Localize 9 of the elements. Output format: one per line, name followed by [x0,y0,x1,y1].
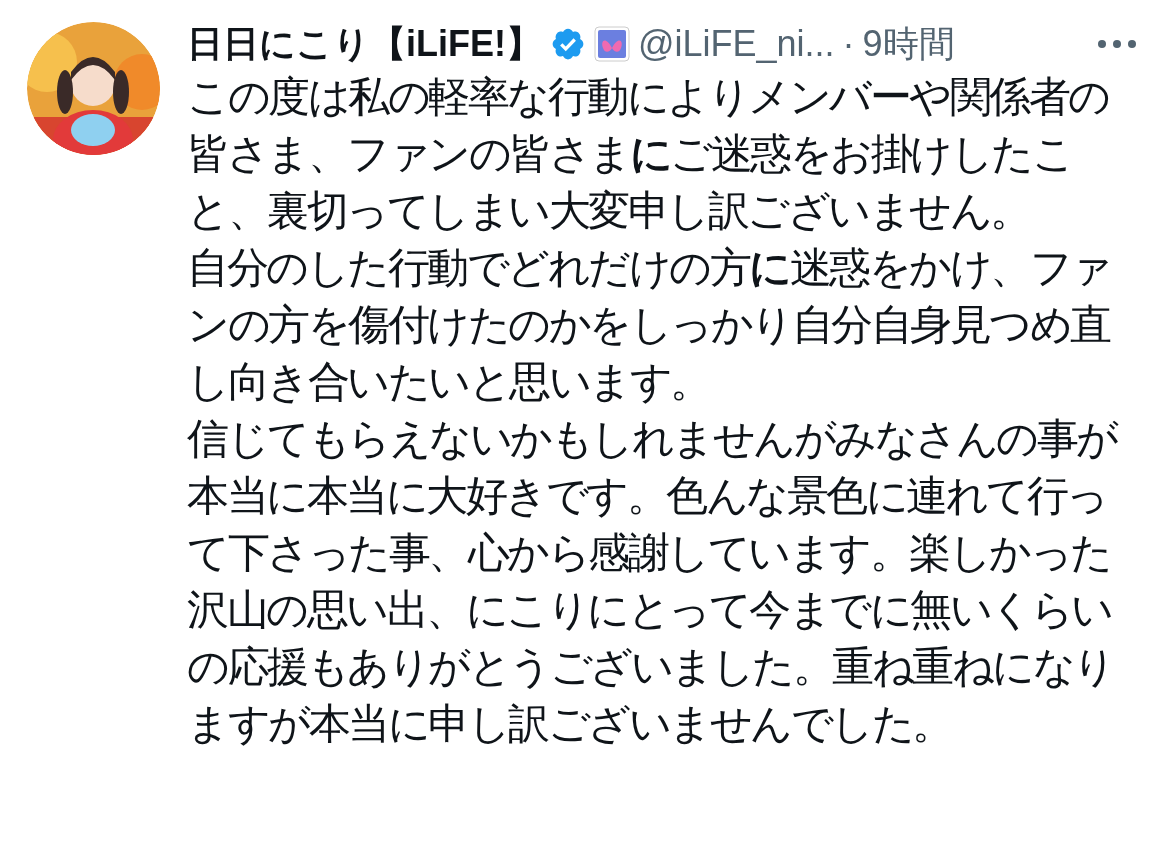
affiliation-badge-icon [594,26,630,62]
author-name[interactable]: 日日にこり【iLiFE!】 [187,17,542,71]
more-options-icon[interactable] [1097,39,1137,49]
post-text: 自分のした行動でどれだけの方に迷惑をかけ、ファンの方を傷付けたのかをしっかり自分自身見つめ直し向き合いたいと思います。 [187,243,1112,407]
post-text: 信じてもらえないかもしれませんがみなさんの事が本当に本当に大好きです。色んな景色に連れて行って下さった事、心から感謝しています。楽しかった沢山の思い出、にこりにとって今までに無いくらいの応援もありがとうございました。重ね重ねになりますが本当に申し訳ございませんでした。 [187,414,1118,749]
separator-dot: · [842,22,855,66]
post-text: この度は私の軽率な行動によりメンバーや関係者の皆さま、ファンの皆さまにご迷惑をお掛けしたこと、裏切ってしまい大変申し訳ございません。 [187,72,1110,236]
post-time[interactable]: 9時間 [862,17,955,71]
user-handle[interactable]: @iLiFE_ni... [638,17,835,71]
